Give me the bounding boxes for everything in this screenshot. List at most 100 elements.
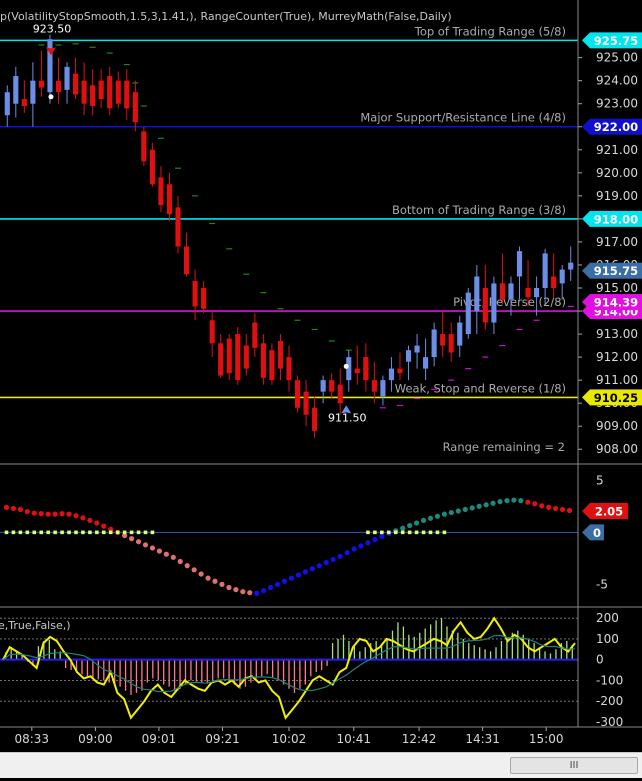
momentum-dot bbox=[337, 553, 343, 559]
candle-body bbox=[465, 292, 471, 335]
price-axis-label: 909.00 bbox=[596, 419, 638, 433]
squeeze-marker bbox=[25, 530, 30, 535]
squeeze-marker bbox=[150, 530, 155, 535]
candle-body bbox=[73, 73, 79, 95]
oscillator-title: e,True,False,) bbox=[0, 619, 71, 632]
candle-body bbox=[525, 287, 531, 298]
candle-body bbox=[508, 283, 514, 300]
momentum-dot bbox=[261, 588, 267, 594]
squeeze-marker bbox=[407, 530, 412, 535]
momentum-dot bbox=[59, 511, 65, 517]
candle-body bbox=[226, 338, 232, 374]
momentum-dot bbox=[94, 520, 100, 526]
momentum-dot bbox=[274, 581, 281, 587]
candle-body bbox=[30, 80, 36, 104]
candle-body bbox=[457, 322, 463, 346]
momentum-dot bbox=[24, 508, 30, 515]
candle-body bbox=[431, 329, 437, 358]
osc-axis-label: 100 bbox=[596, 632, 619, 646]
momentum-dot bbox=[372, 537, 378, 543]
momentum-dot bbox=[177, 558, 183, 565]
squeeze-marker bbox=[67, 530, 71, 535]
candle-body bbox=[107, 76, 113, 109]
squeeze-marker bbox=[95, 530, 99, 535]
momentum-dot bbox=[101, 523, 107, 529]
price-pane: 908.00909.00910.00911.00912.00913.00914.… bbox=[0, 22, 642, 456]
squeeze-marker bbox=[101, 530, 106, 535]
squeeze-marker bbox=[32, 530, 37, 535]
candle-body bbox=[329, 380, 335, 392]
momentum-dot bbox=[497, 499, 503, 505]
candle-body bbox=[21, 99, 27, 107]
momentum-dot bbox=[358, 543, 364, 549]
momentum-dot bbox=[434, 513, 441, 519]
momentum-dot bbox=[31, 510, 37, 516]
momentum-dot bbox=[518, 498, 524, 504]
candle-body bbox=[192, 281, 198, 307]
momentum-dot bbox=[330, 556, 336, 563]
candle-body bbox=[124, 80, 130, 109]
horizontal-scrollbar[interactable]: III bbox=[0, 752, 642, 778]
candle-body bbox=[260, 343, 266, 378]
scrollbar-thumb[interactable]: III bbox=[510, 757, 638, 774]
momentum-dot bbox=[219, 581, 225, 587]
momentum-dot bbox=[268, 584, 274, 591]
squeeze-marker bbox=[39, 530, 44, 535]
chart-svg: 908.00909.00910.00911.00912.00913.00914.… bbox=[0, 0, 642, 746]
oscillator-pane: 2001000-100-200-300 bbox=[0, 611, 623, 729]
candle-body bbox=[388, 368, 395, 381]
time-label: 15:00 bbox=[529, 732, 564, 746]
momentum-dot bbox=[156, 548, 163, 554]
candle-body bbox=[542, 253, 548, 288]
momentum-dot bbox=[525, 499, 531, 505]
momentum-dot bbox=[441, 511, 448, 517]
momentum-dot bbox=[73, 513, 79, 519]
murrey-price-tag-label: 910.25 bbox=[594, 391, 638, 405]
squeeze-marker bbox=[386, 530, 391, 535]
candle-body bbox=[38, 80, 44, 88]
price-axis-label: 921.00 bbox=[596, 143, 638, 157]
momentum-dot bbox=[288, 575, 295, 581]
candle-body bbox=[4, 92, 10, 116]
candle-body bbox=[235, 334, 241, 381]
price-tag-label: 915.75 bbox=[594, 264, 638, 278]
candle-body bbox=[354, 368, 360, 374]
momentum-dot bbox=[191, 567, 197, 573]
squeeze-marker bbox=[400, 530, 405, 535]
candle-body bbox=[47, 39, 53, 93]
price-axis-label: 915.00 bbox=[596, 281, 638, 295]
momentum-tag-arrow bbox=[582, 503, 590, 520]
momentum-tag-label: 0 bbox=[593, 526, 601, 540]
murrey-price-tag-label: 918.00 bbox=[594, 212, 638, 226]
price-axis-label: 919.00 bbox=[596, 189, 638, 203]
momentum-dot bbox=[87, 517, 93, 523]
momentum-dot bbox=[566, 507, 573, 514]
momentum-dot bbox=[52, 511, 58, 517]
candle-body bbox=[183, 246, 190, 275]
momentum-dot bbox=[351, 546, 357, 552]
momentum-axis-label: 5 bbox=[596, 473, 604, 487]
momentum-dot bbox=[420, 517, 427, 523]
candle-body bbox=[568, 262, 574, 270]
candle-body bbox=[13, 76, 19, 104]
momentum-dot bbox=[198, 571, 204, 577]
osc-axis-label: 0 bbox=[596, 653, 604, 667]
candle-body bbox=[312, 407, 318, 431]
candle-body bbox=[55, 80, 62, 93]
candle-body bbox=[218, 343, 224, 376]
momentum-dot bbox=[462, 506, 468, 513]
momentum-dot bbox=[128, 536, 135, 542]
momentum-dot bbox=[309, 566, 315, 572]
price-axis-label: 924.00 bbox=[596, 74, 638, 88]
range-remaining-text: Range remaining = 2 bbox=[443, 440, 565, 454]
price-axis-label: 908.00 bbox=[596, 442, 638, 456]
candle-body bbox=[201, 287, 207, 309]
momentum-dot bbox=[163, 551, 169, 557]
candle-body bbox=[423, 357, 429, 369]
candle-body bbox=[277, 340, 284, 369]
momentum-dot bbox=[455, 508, 461, 514]
squeeze-marker bbox=[442, 530, 447, 535]
murrey-line-label: Bottom of Trading Range (3/8) bbox=[392, 203, 566, 217]
squeeze-marker bbox=[136, 530, 141, 535]
candle-body bbox=[90, 85, 96, 107]
